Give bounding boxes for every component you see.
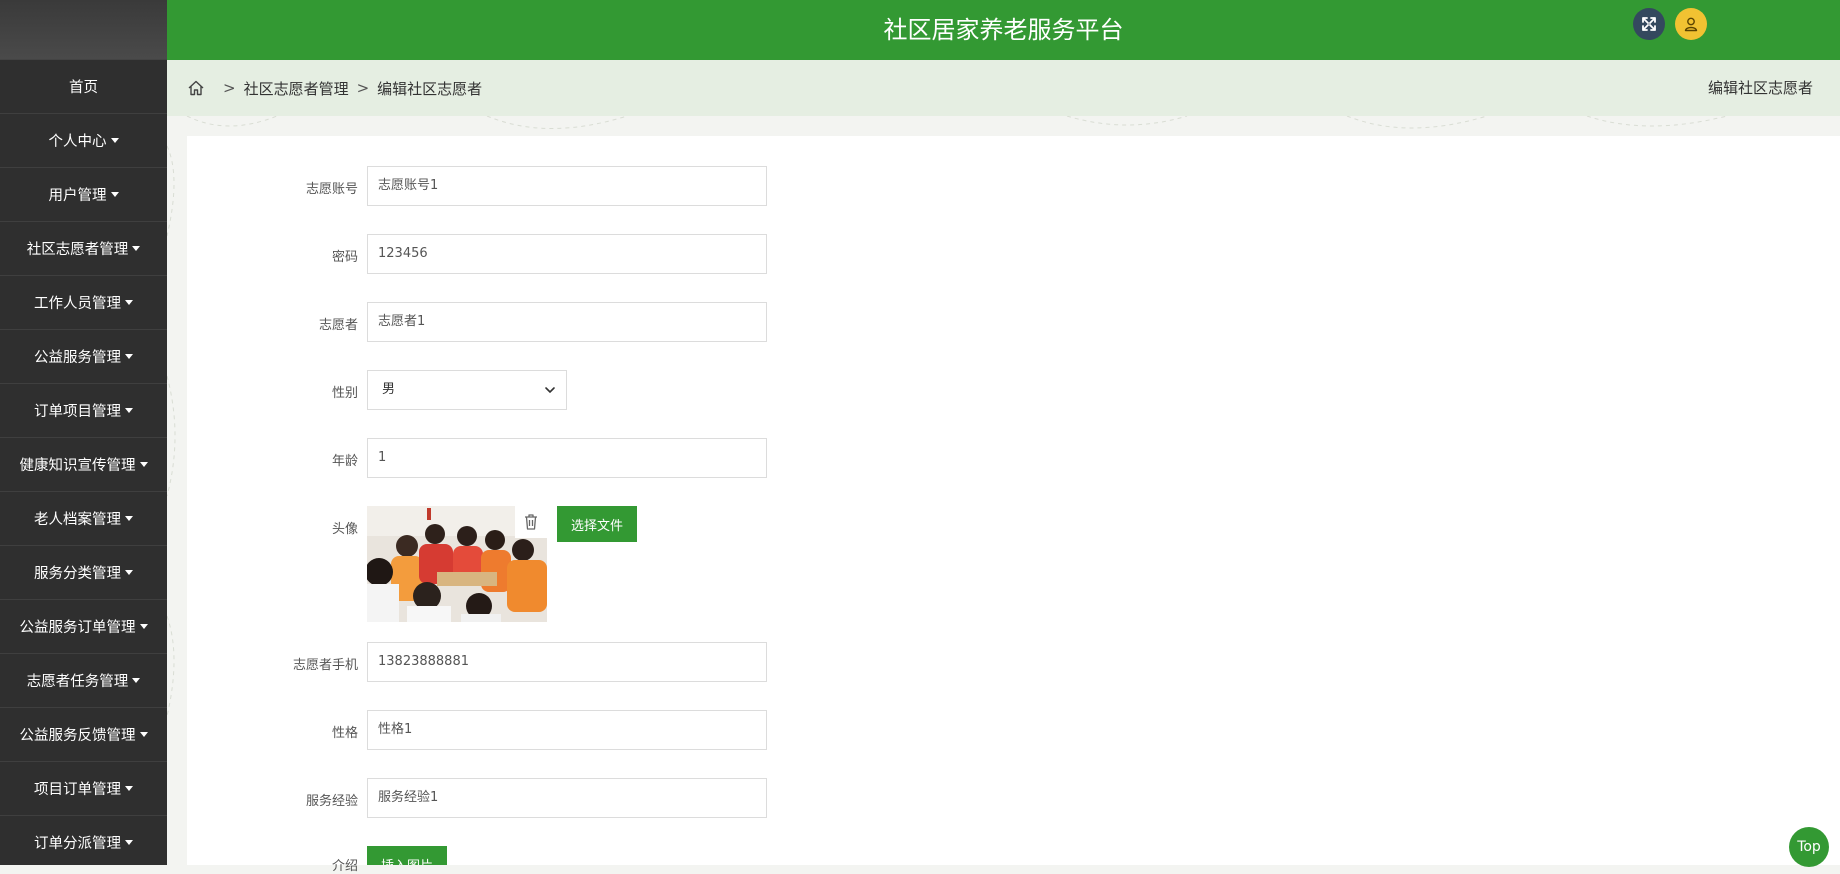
- caret-down-icon: [139, 732, 148, 737]
- volunteer-name-input[interactable]: 志愿者1: [367, 302, 767, 342]
- password-input[interactable]: 123456: [367, 234, 767, 274]
- expand-arrows-icon: [1642, 17, 1656, 31]
- sidebar-item-public-service-order-management[interactable]: 公益服务订单管理: [0, 600, 167, 654]
- gender-label: 性别: [331, 386, 358, 401]
- sidebar-item-label: 项目订单管理: [34, 782, 121, 798]
- chevron-down-icon: [545, 387, 555, 394]
- back-to-top-button[interactable]: Top: [1789, 827, 1829, 867]
- password-label: 密码: [331, 250, 358, 265]
- sidebar-item-label: 公益服务反馈管理: [19, 728, 136, 744]
- sidebar-item-label: 订单项目管理: [34, 404, 121, 420]
- user-icon: [1684, 17, 1698, 32]
- caret-down-icon: [125, 840, 133, 845]
- sidebar-item-order-dispatch-management[interactable]: 订单分派管理: [0, 816, 167, 865]
- user-menu-button[interactable]: [1675, 8, 1707, 40]
- fullscreen-button[interactable]: [1633, 8, 1665, 40]
- sidebar-item-public-service-management[interactable]: 公益服务管理: [0, 330, 167, 384]
- account-label: 志愿账号: [305, 182, 358, 197]
- experience-input[interactable]: 服务经验1: [367, 778, 767, 818]
- sidebar-item-volunteer-task-management[interactable]: 志愿者任务管理: [0, 654, 167, 708]
- sidebar-item-label: 用户管理: [48, 188, 107, 204]
- age-label: 年龄: [331, 454, 358, 469]
- page-title: 编辑社区志愿者: [1707, 79, 1813, 97]
- sidebar-item-order-project-management[interactable]: 订单项目管理: [0, 384, 167, 438]
- avatar-label: 头像: [331, 522, 358, 537]
- choose-file-button[interactable]: 选择文件: [557, 506, 637, 542]
- top-header: 社区居家养老服务平台: [167, 0, 1840, 60]
- gender-select[interactable]: 男: [367, 370, 567, 410]
- sidebar-item-personal-center[interactable]: 个人中心: [0, 114, 167, 168]
- phone-label: 志愿者手机: [292, 658, 358, 673]
- sidebar-item-label: 服务分类管理: [34, 566, 121, 582]
- sidebar-item-public-service-feedback-management[interactable]: 公益服务反馈管理: [0, 708, 167, 762]
- home-icon[interactable]: [187, 79, 205, 97]
- sidebar-item-label: 健康知识宣传管理: [19, 458, 136, 474]
- caret-down-icon: [125, 786, 133, 791]
- caret-down-icon: [125, 516, 133, 521]
- sidebar-item-label: 志愿者任务管理: [26, 674, 129, 690]
- sidebar-item-label: 老人档案管理: [34, 512, 121, 528]
- caret-down-icon: [139, 462, 148, 467]
- insert-image-button[interactable]: 插入图片: [367, 846, 447, 865]
- caret-down-icon: [110, 138, 119, 143]
- sidebar-item-volunteer-management[interactable]: 社区志愿者管理: [0, 222, 167, 276]
- sidebar-item-label: 订单分派管理: [34, 836, 121, 852]
- sidebar-item-home[interactable]: 首页: [0, 60, 167, 114]
- sidebar-item-service-category-management[interactable]: 服务分类管理: [0, 546, 167, 600]
- sidebar-item-label: 工作人员管理: [34, 296, 121, 312]
- caret-down-icon: [125, 354, 133, 359]
- experience-label: 服务经验: [305, 794, 358, 809]
- caret-down-icon: [139, 624, 148, 629]
- sidebar-item-label: 公益服务管理: [34, 350, 121, 366]
- age-input[interactable]: 1: [367, 438, 767, 478]
- caret-down-icon: [110, 192, 119, 197]
- caret-down-icon: [132, 678, 141, 683]
- sidebar-item-health-knowledge-management[interactable]: 健康知识宣传管理: [0, 438, 167, 492]
- volunteer-name-label: 志愿者: [318, 318, 358, 333]
- sidebar-item-user-management[interactable]: 用户管理: [0, 168, 167, 222]
- trash-icon: [525, 514, 537, 530]
- account-input[interactable]: 志愿账号1: [367, 166, 767, 206]
- breadcrumb-separator: >: [223, 79, 236, 97]
- sidebar-nav: 首页 个人中心 用户管理 社区志愿者管理 工作人员管理 公益服务管理 订单项目管…: [0, 60, 167, 865]
- delete-avatar-button[interactable]: [515, 506, 547, 538]
- breadcrumb: > 社区志愿者管理 > 编辑社区志愿者 编辑社区志愿者: [167, 60, 1840, 116]
- sidebar-item-staff-management[interactable]: 工作人员管理: [0, 276, 167, 330]
- gender-select-value: 男: [382, 382, 396, 397]
- phone-input[interactable]: 13823888881: [367, 642, 767, 682]
- personality-input[interactable]: 性格1: [367, 710, 767, 750]
- personality-label: 性格: [331, 726, 358, 741]
- app-title: 社区居家养老服务平台: [883, 16, 1124, 44]
- sidebar: 首页 个人中心 用户管理 社区志愿者管理 工作人员管理 公益服务管理 订单项目管…: [0, 0, 167, 865]
- sidebar-item-label: 公益服务订单管理: [19, 620, 136, 636]
- sidebar-item-project-order-management[interactable]: 项目订单管理: [0, 762, 167, 816]
- sidebar-item-label: 个人中心: [48, 134, 107, 150]
- breadcrumb-current: 编辑社区志愿者: [377, 79, 483, 98]
- sidebar-logo-area: [0, 0, 167, 60]
- breadcrumb-link-volunteer-management[interactable]: 社区志愿者管理: [244, 78, 349, 99]
- breadcrumb-separator: >: [356, 79, 370, 97]
- caret-down-icon: [125, 408, 133, 413]
- sidebar-item-elder-archive-management[interactable]: 老人档案管理: [0, 492, 167, 546]
- sidebar-item-label: 首页: [69, 80, 98, 96]
- caret-down-icon: [132, 246, 141, 251]
- caret-down-icon: [125, 570, 133, 575]
- caret-down-icon: [125, 300, 133, 305]
- sidebar-item-label: 社区志愿者管理: [26, 242, 129, 258]
